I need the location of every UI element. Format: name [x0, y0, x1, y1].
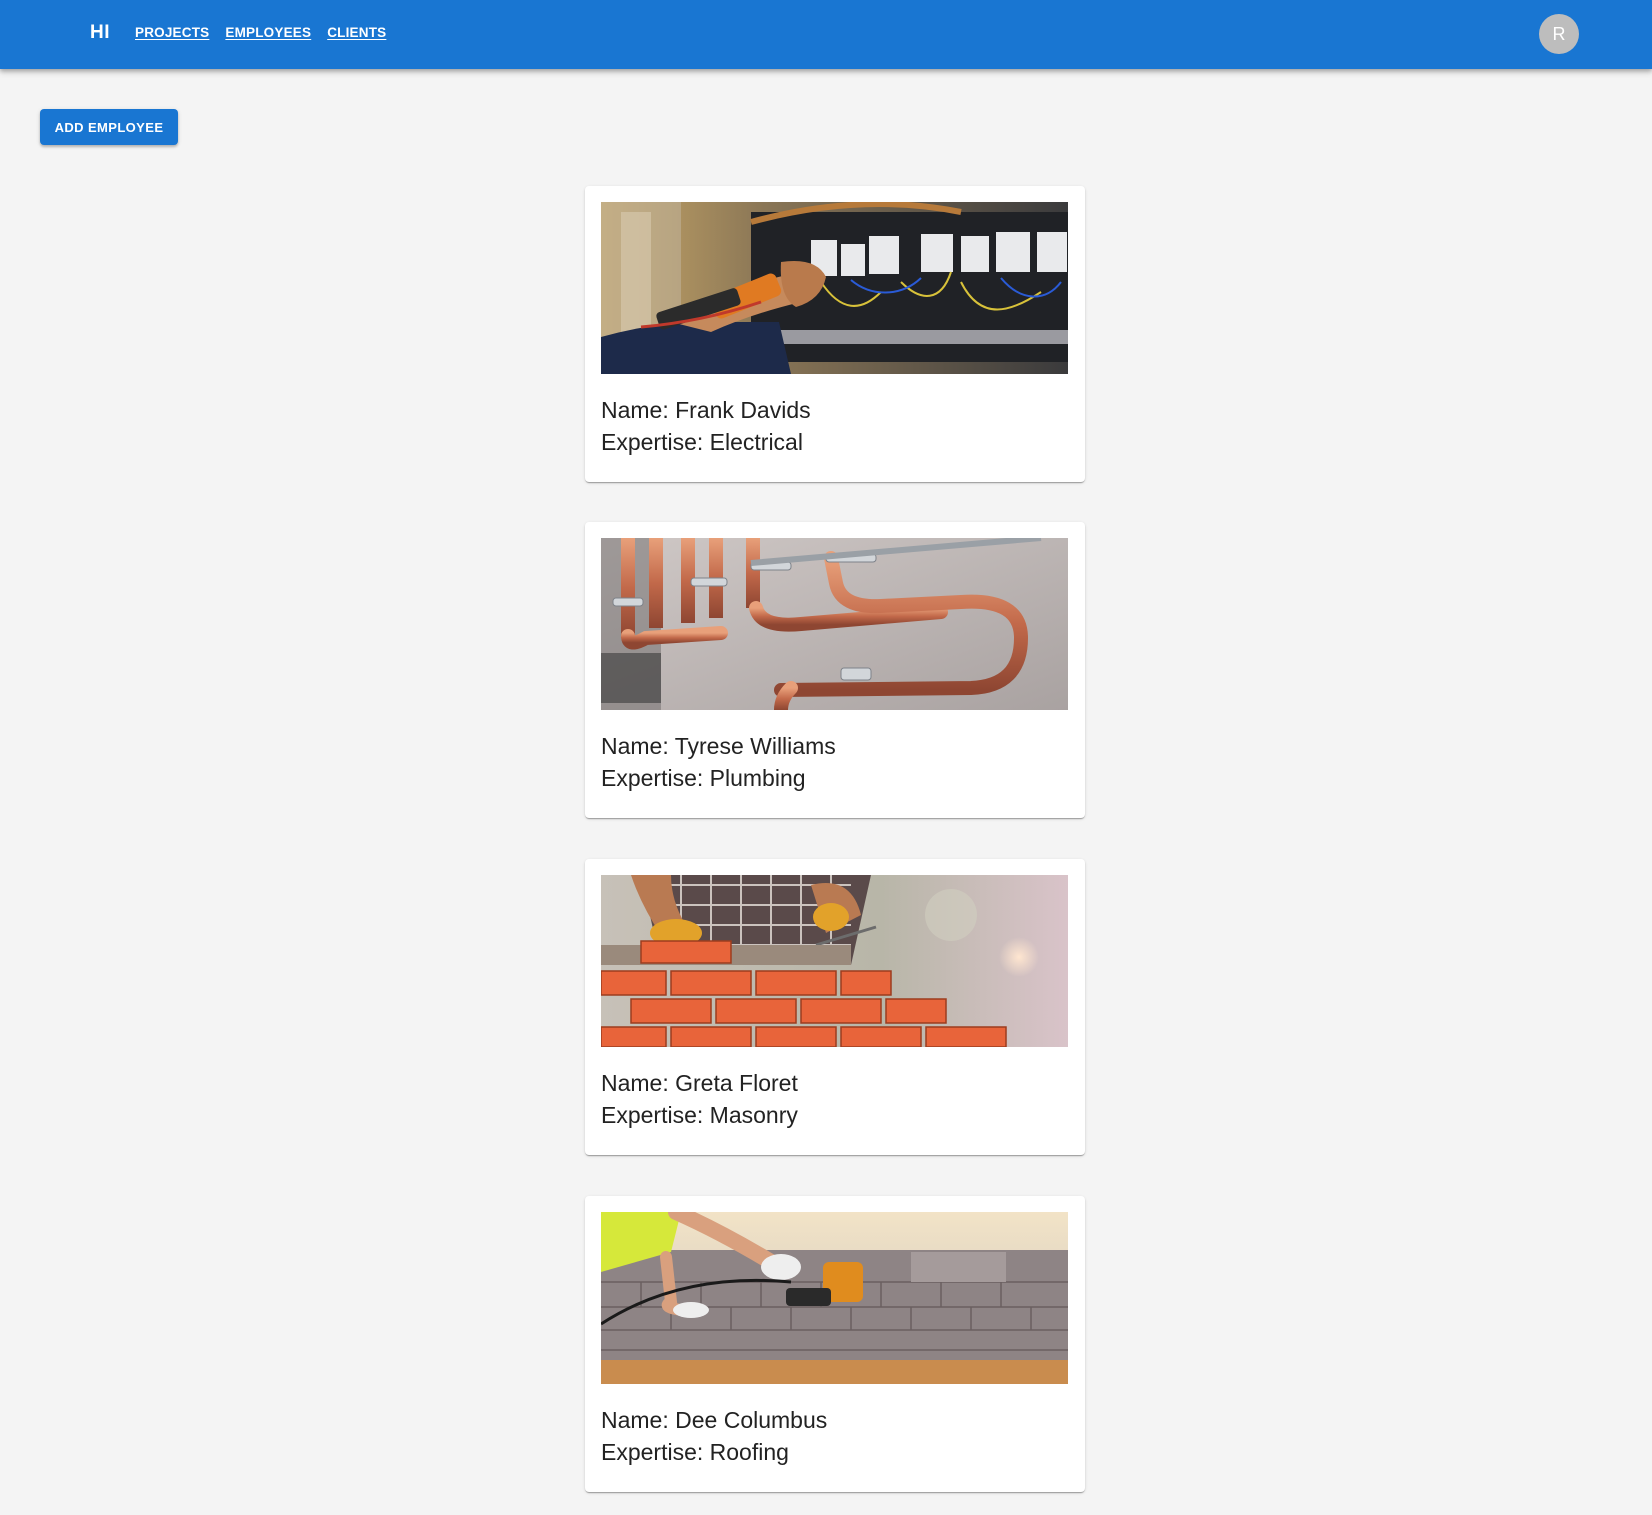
employee-card: Name: Greta Floret Expertise: Masonry [585, 859, 1085, 1155]
app-bar: HI PROJECTS EMPLOYEES CLIENTS R [0, 0, 1652, 69]
nav-link-employees[interactable]: EMPLOYEES [225, 25, 311, 40]
nav-link-clients[interactable]: CLIENTS [327, 25, 386, 40]
user-avatar[interactable]: R [1539, 14, 1579, 54]
nav-link-projects[interactable]: PROJECTS [135, 25, 209, 40]
employee-expertise: Expertise: Electrical [601, 429, 803, 455]
employee-expertise: Expertise: Plumbing [601, 765, 806, 791]
employee-photo-masonry [601, 875, 1068, 1047]
employee-photo-roofing [601, 1212, 1068, 1384]
employee-photo-electrical [601, 202, 1068, 374]
main-nav: PROJECTS EMPLOYEES CLIENTS [135, 25, 386, 40]
add-employee-button[interactable]: ADD EMPLOYEE [40, 109, 178, 145]
employee-expertise: Expertise: Roofing [601, 1439, 789, 1465]
employee-name: Name: Tyrese Williams [601, 733, 836, 759]
brand-logo[interactable]: HI [90, 22, 110, 44]
employee-expertise: Expertise: Masonry [601, 1102, 798, 1128]
employee-name: Name: Frank Davids [601, 397, 811, 423]
employee-photo-plumbing [601, 538, 1068, 710]
employee-name: Name: Greta Floret [601, 1070, 798, 1096]
employee-card: Name: Dee Columbus Expertise: Roofing [585, 1196, 1085, 1492]
employee-card: Name: Tyrese Williams Expertise: Plumbin… [585, 522, 1085, 818]
employee-card: Name: Frank Davids Expertise: Electrical [585, 186, 1085, 482]
employee-name: Name: Dee Columbus [601, 1407, 828, 1433]
